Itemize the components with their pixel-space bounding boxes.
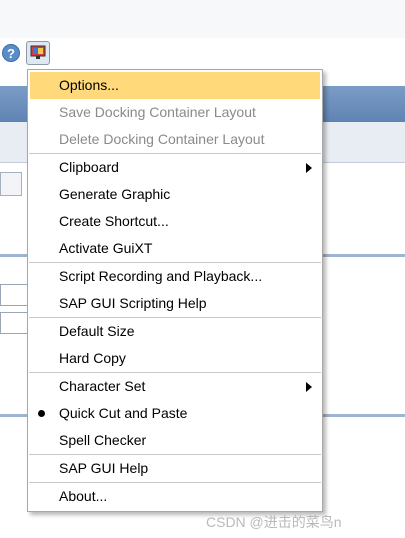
- menu-item-scripting-help[interactable]: SAP GUI Scripting Help: [28, 290, 322, 317]
- menu-item-clipboard[interactable]: Clipboard: [28, 154, 322, 181]
- menu-item-about[interactable]: About...: [28, 483, 322, 510]
- menu-item-activate-guixt[interactable]: Activate GuiXT: [28, 235, 322, 262]
- menu-item-character-set[interactable]: Character Set: [28, 373, 322, 400]
- watermark: CSDN @进击的菜鸟n: [206, 514, 342, 530]
- menu-item-sap-gui-help[interactable]: SAP GUI Help: [28, 455, 322, 482]
- menu-item-delete-docking-layout: Delete Docking Container Layout: [59, 131, 265, 147]
- input-field[interactable]: [0, 284, 28, 306]
- menu-item-script-recording[interactable]: Script Recording and Playback...: [28, 263, 322, 290]
- submenu-arrow-icon: [306, 382, 312, 392]
- menu-item-create-shortcut[interactable]: Create Shortcut...: [28, 208, 322, 235]
- customize-layout-icon[interactable]: [26, 41, 50, 65]
- input-field[interactable]: [0, 312, 28, 334]
- toolbar: [0, 38, 405, 70]
- table-settings-icon[interactable]: [0, 172, 22, 196]
- menu-item-options[interactable]: Options...: [30, 72, 320, 99]
- menu-item-spell-checker[interactable]: Spell Checker: [28, 427, 322, 454]
- submenu-arrow-icon: [306, 163, 312, 173]
- customize-layout-menu: Options... Save Docking Container Layout…: [27, 69, 323, 512]
- window-title-bar: [0, 0, 405, 39]
- menu-item-hard-copy[interactable]: Hard Copy: [28, 345, 322, 372]
- menu-item-quick-cut-paste[interactable]: Quick Cut and Paste: [28, 400, 322, 427]
- menu-item-default-size[interactable]: Default Size: [28, 318, 322, 345]
- checked-bullet-icon: [38, 410, 45, 417]
- menu-item-save-docking-layout: Save Docking Container Layout: [59, 104, 256, 120]
- menu-item-generate-graphic[interactable]: Generate Graphic: [28, 181, 322, 208]
- help-icon[interactable]: ?: [2, 44, 20, 62]
